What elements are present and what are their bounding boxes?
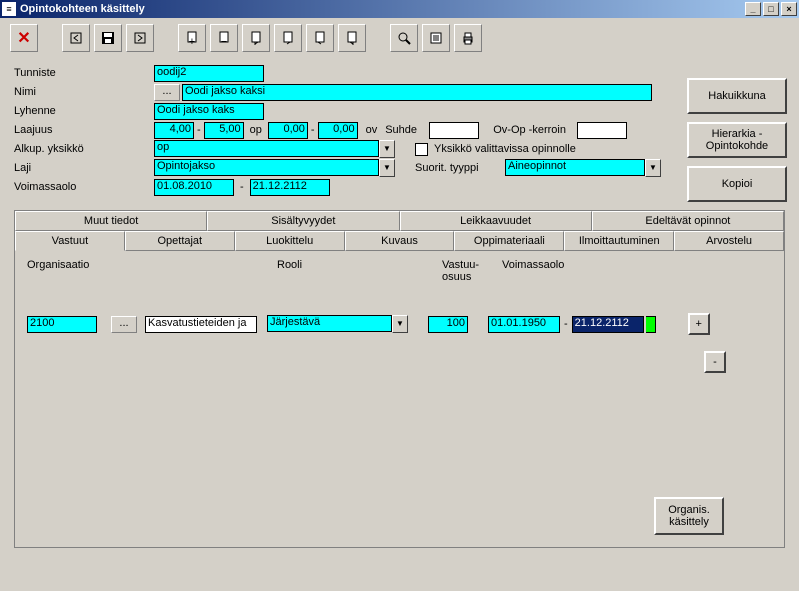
suhde-label: Suhde <box>385 124 429 136</box>
osuus-input[interactable]: 100 <box>428 316 468 333</box>
tab-ilmoittautuminen[interactable]: Ilmoittautuminen <box>564 231 674 251</box>
nav-next-button[interactable] <box>126 24 154 52</box>
laajuus-min-input[interactable]: 4,00 <box>154 122 194 139</box>
nimi-label: Nimi <box>14 86 154 98</box>
print-button[interactable] <box>454 24 482 52</box>
voimassa-from-input[interactable]: 01.08.2010 <box>154 179 234 196</box>
chevron-down-icon[interactable]: ▼ <box>645 159 661 177</box>
hierarkia-button[interactable]: Hierarkia - Opintokohde <box>687 122 787 158</box>
toolbar: ✕ + − <box>0 18 799 58</box>
chevron-down-icon[interactable]: ▼ <box>379 159 395 177</box>
app-icon: ≡ <box>2 2 16 16</box>
laajuus-unit-label: op <box>244 124 268 136</box>
doc-last-button[interactable] <box>338 24 366 52</box>
nimi-browse-button[interactable]: ... <box>154 84 180 101</box>
ovop-input[interactable] <box>577 122 627 139</box>
list-button[interactable] <box>422 24 450 52</box>
rooli-select[interactable]: Järjestävä <box>267 315 392 332</box>
chevron-down-icon[interactable]: ▼ <box>379 140 395 158</box>
laji-select[interactable]: Opintojakso <box>154 159 379 176</box>
doc-plus-button[interactable]: + <box>178 24 206 52</box>
svg-text:−: − <box>221 36 227 45</box>
laajuus-max-input[interactable]: 5,00 <box>204 122 244 139</box>
alkup-select[interactable]: op <box>154 140 379 157</box>
tab-vastuut[interactable]: Vastuut <box>15 231 125 251</box>
tab-edeltavat[interactable]: Edeltävät opinnot <box>592 211 784 231</box>
laajuus-label: Laajuus <box>14 124 154 136</box>
yksikko-checkbox-label: Yksikkö valittavissa opinnolle <box>434 143 576 155</box>
tab-oppimateriaali[interactable]: Oppimateriaali <box>454 231 564 251</box>
tunniste-input[interactable]: oodij2 <box>154 65 264 82</box>
col-vastuu: Vastuu-osuus <box>442 259 502 283</box>
kopioi-button[interactable]: Kopioi <box>687 166 787 202</box>
nav-prev-button[interactable] <box>62 24 90 52</box>
cancel-button[interactable]: ✕ <box>10 24 38 52</box>
minimize-button[interactable]: _ <box>745 2 761 16</box>
organis-kasittely-button[interactable]: Organis. käsittely <box>654 497 724 535</box>
chevron-down-icon[interactable]: ▼ <box>392 315 408 333</box>
laji-label: Laji <box>14 162 154 174</box>
col-voimassaolo: Voimassaolo <box>502 259 564 283</box>
voimassa-label: Voimassaolo <box>14 181 154 193</box>
doc-prev-button[interactable] <box>274 24 302 52</box>
col-organisaatio: Organisaatio <box>27 259 277 283</box>
save-button[interactable] <box>94 24 122 52</box>
remove-row-button[interactable]: - <box>704 351 726 373</box>
doc-first-button[interactable] <box>242 24 270 52</box>
org-name-input[interactable]: Kasvatustieteiden ja <box>145 316 257 333</box>
tab-kuvaus[interactable]: Kuvaus <box>345 231 455 251</box>
lyhenne-label: Lyhenne <box>14 105 154 117</box>
yksikko-checkbox[interactable] <box>415 143 428 156</box>
hakuikkuna-button[interactable]: Hakuikkuna <box>687 78 787 114</box>
laajuus-v1-input[interactable]: 0,00 <box>268 122 308 139</box>
close-window-button[interactable]: × <box>781 2 797 16</box>
doc-minus-button[interactable]: − <box>210 24 238 52</box>
tunniste-label: Tunniste <box>14 67 154 79</box>
lyhenne-input[interactable]: Oodi jakso kaks <box>154 103 264 120</box>
status-indicator <box>646 316 656 333</box>
org-browse-button[interactable]: ... <box>111 316 137 333</box>
tab-opettajat[interactable]: Opettajat <box>125 231 235 251</box>
doc-next-button[interactable] <box>306 24 334 52</box>
suhde-input[interactable] <box>429 122 479 139</box>
svg-text:+: + <box>189 36 195 45</box>
org-row: 2100 ... Kasvatustieteiden ja Järjestävä… <box>27 313 772 335</box>
laajuus-v2-input[interactable]: 0,00 <box>318 122 358 139</box>
tab-sisaltyvyydet[interactable]: Sisältyvyydet <box>207 211 399 231</box>
tab-container: Muut tiedot Sisältyvyydet Leikkaavuudet … <box>14 210 785 548</box>
tab-leikkaavuudet[interactable]: Leikkaavuudet <box>400 211 592 231</box>
window-title: Opintokohteen käsittely <box>20 3 745 15</box>
search-button[interactable] <box>390 24 418 52</box>
col-rooli: Rooli <box>277 259 442 283</box>
tab-arvostelu[interactable]: Arvostelu <box>674 231 784 251</box>
ovop-label: Ov-Op -kerroin <box>479 124 577 136</box>
title-bar: ≡ Opintokohteen käsittely _ □ × <box>0 0 799 18</box>
alkup-label: Alkup. yksikkö <box>14 143 154 155</box>
suorit-select[interactable]: Aineopinnot <box>505 159 645 176</box>
org-code-input[interactable]: 2100 <box>27 316 97 333</box>
tab-luokittelu[interactable]: Luokittelu <box>235 231 345 251</box>
voimassa-to-input[interactable]: 21.12.2112 <box>250 179 330 196</box>
tab-muut-tiedot[interactable]: Muut tiedot <box>15 211 207 231</box>
row-to-input[interactable]: 21.12.2112 <box>572 316 644 333</box>
laajuus-unit2-label: ov <box>358 124 386 136</box>
suorit-label: Suorit. tyyppi <box>415 162 505 174</box>
nimi-input[interactable]: Oodi jakso kaksi <box>182 84 652 101</box>
row-from-input[interactable]: 01.01.1950 <box>488 316 560 333</box>
add-row-button[interactable]: + <box>688 313 710 335</box>
maximize-button[interactable]: □ <box>763 2 779 16</box>
